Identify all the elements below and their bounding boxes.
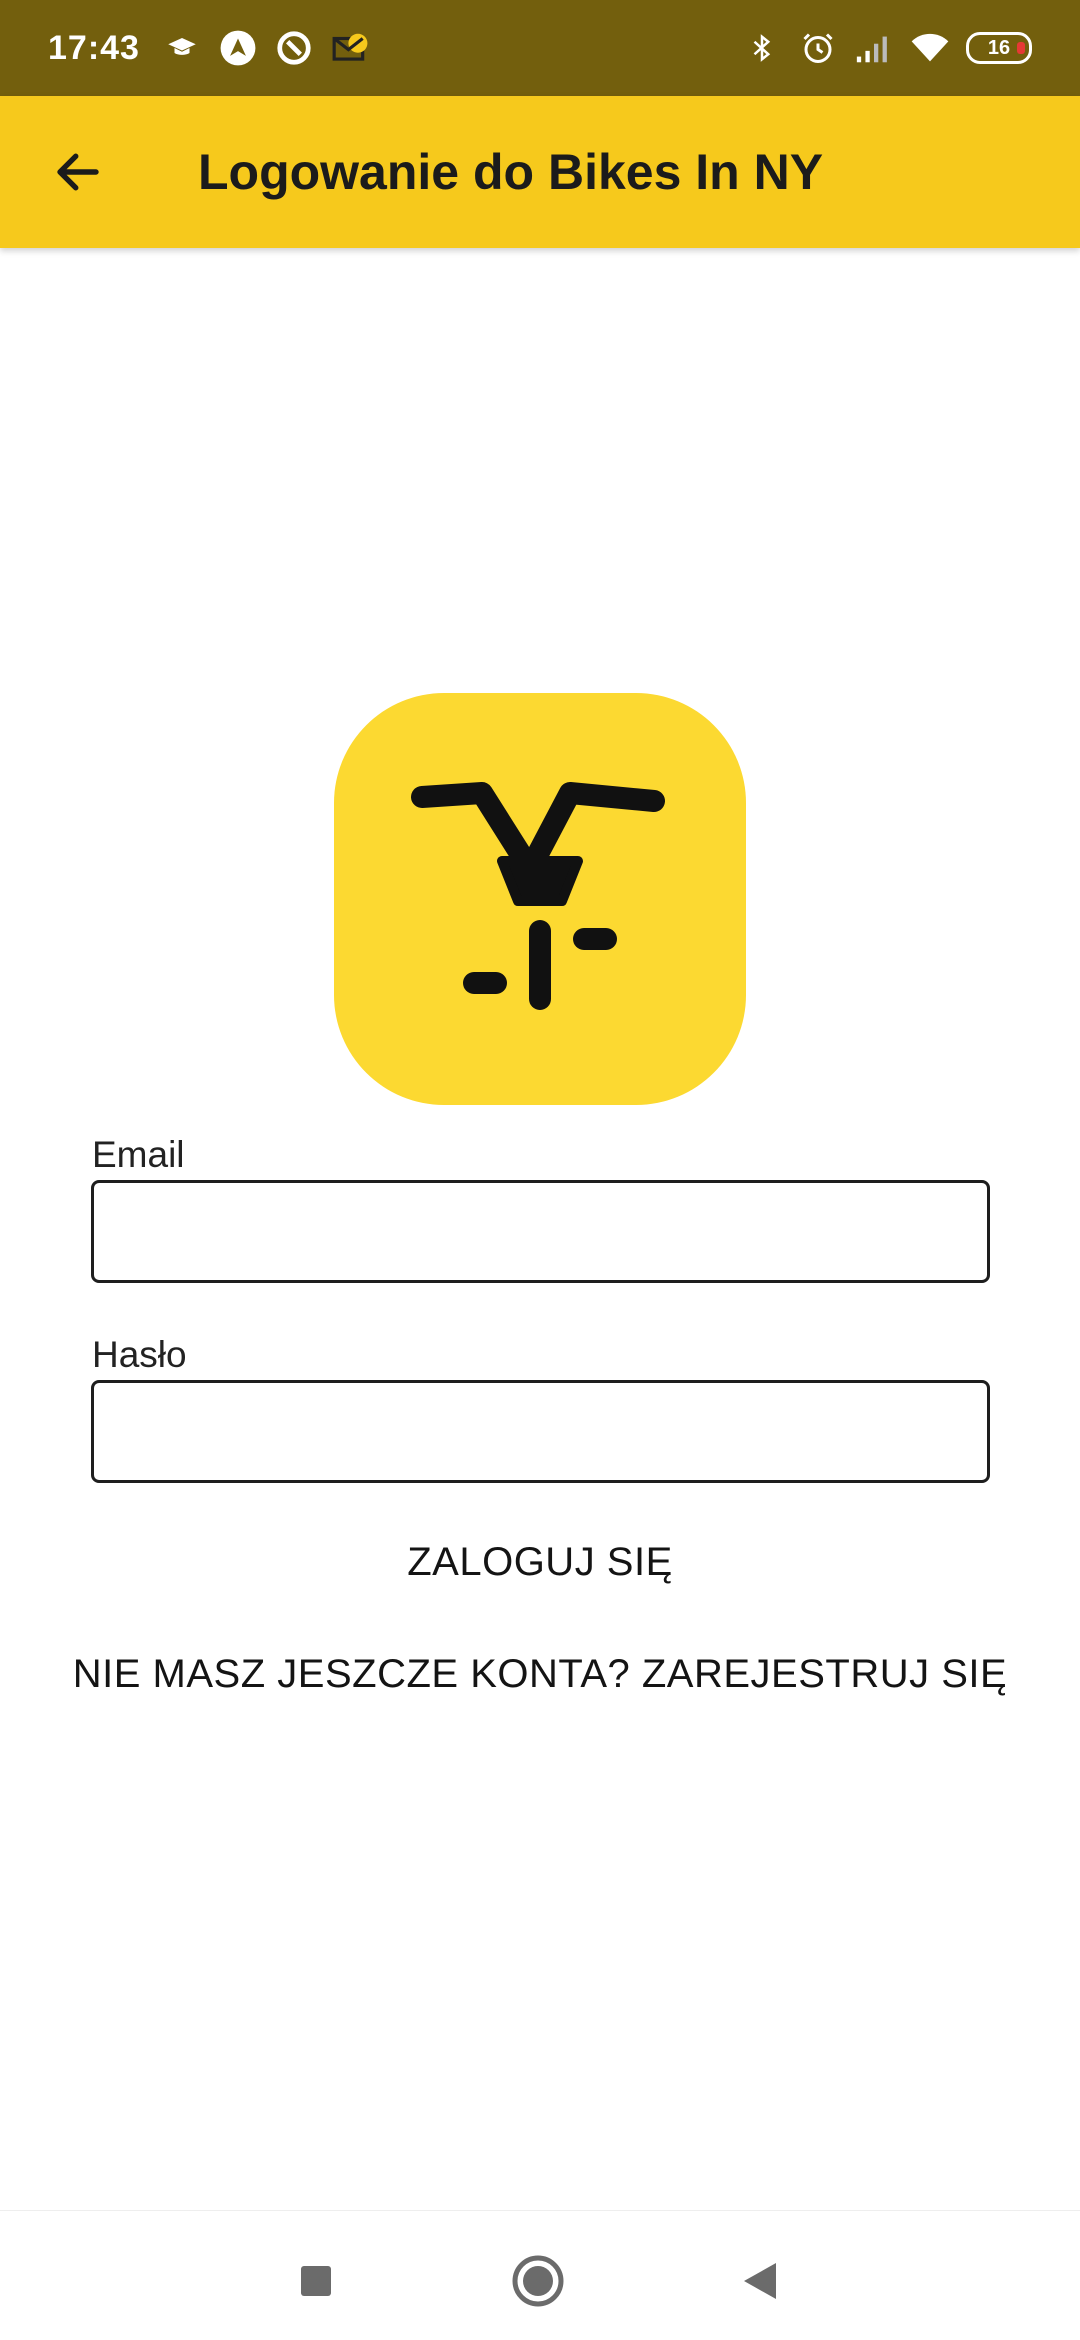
bluetooth-icon <box>742 28 782 68</box>
system-nav-bar <box>0 2210 1080 2340</box>
battery-icon: 16 <box>966 32 1032 64</box>
sync-icon <box>274 28 314 68</box>
system-icons: 16 <box>742 28 1032 68</box>
bike-handlebar-icon <box>411 782 665 1010</box>
battery-level: 16 <box>987 36 1011 59</box>
recents-square-icon <box>301 2266 331 2296</box>
wifi-icon <box>910 28 950 68</box>
register-link[interactable]: NIE MASZ JESZCZE KONTA? ZAREJESTRUJ SIĘ <box>0 1652 1080 1697</box>
mail-icon <box>330 28 370 68</box>
email-label: Email <box>92 1134 185 1175</box>
page-title: Logowanie do Bikes In NY <box>198 144 824 200</box>
back-triangle-icon <box>744 2263 776 2299</box>
notification-icons <box>162 28 370 68</box>
password-label: Hasło <box>92 1334 187 1375</box>
alarm-icon <box>798 28 838 68</box>
email-field[interactable] <box>91 1180 990 1283</box>
nav-back-button[interactable] <box>730 2251 790 2311</box>
signal-icon <box>854 28 894 68</box>
status-time: 17:43 <box>48 28 140 67</box>
back-button[interactable] <box>18 96 138 248</box>
login-button[interactable]: ZALOGUJ SIĘ <box>0 1540 1080 1585</box>
app-logo <box>334 693 746 1105</box>
app-bar: Logowanie do Bikes In NY <box>0 96 1080 248</box>
home-circle-icon <box>512 2255 564 2307</box>
status-bar: 17:43 16 <box>0 0 1080 96</box>
password-field[interactable] <box>91 1380 990 1483</box>
nav-arrow-icon <box>218 28 258 68</box>
arrow-left-icon <box>57 153 99 191</box>
home-button[interactable] <box>508 2251 568 2311</box>
recents-button[interactable] <box>286 2251 346 2311</box>
graduation-cap-icon <box>162 28 202 68</box>
